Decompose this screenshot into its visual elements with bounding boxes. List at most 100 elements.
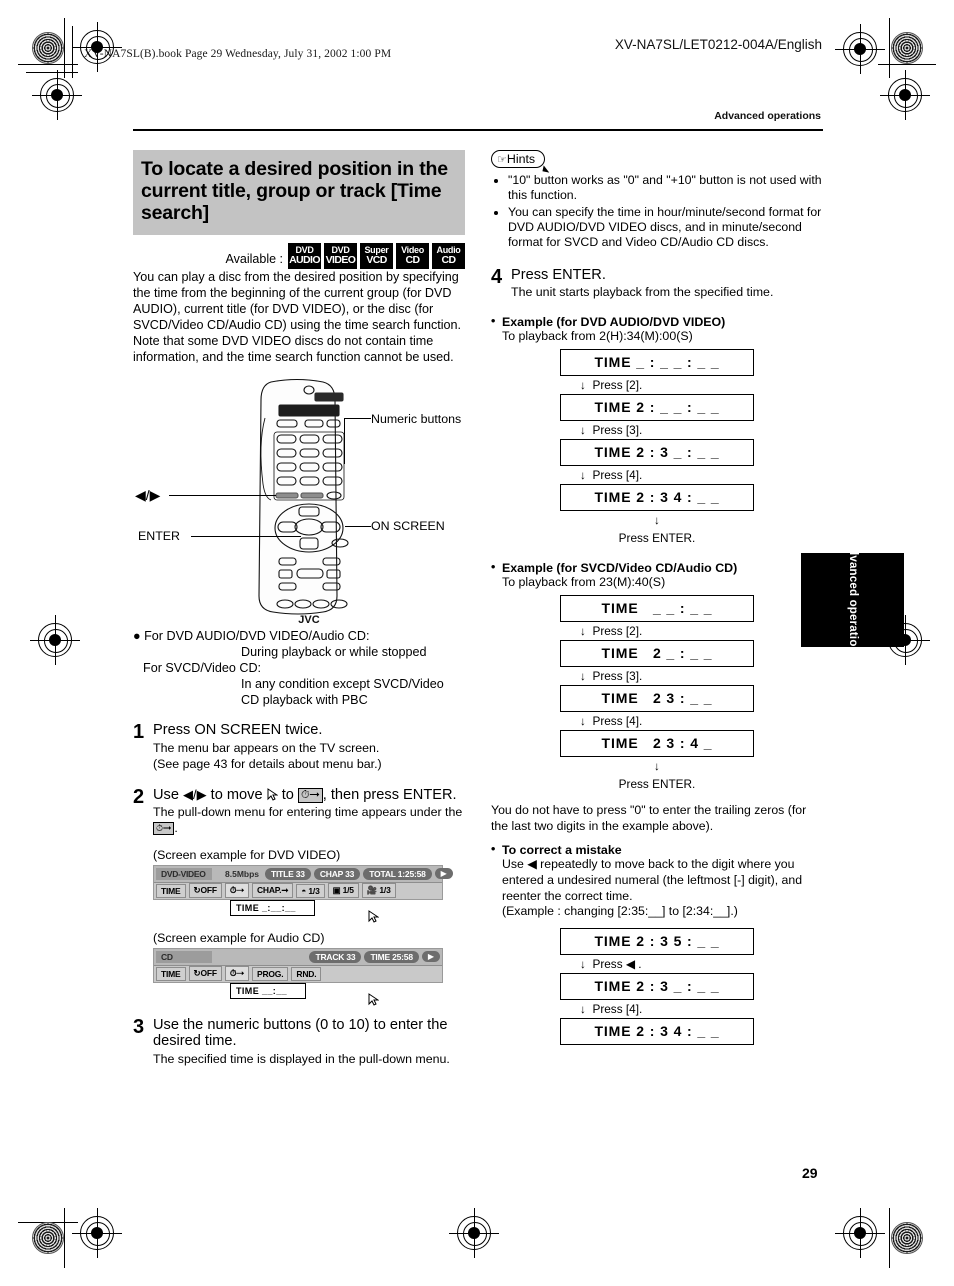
example-dvd-sub: To playback from 2(H):34(M):00(S) bbox=[502, 329, 693, 344]
osd-cd-block: CD TRACK 33 TIME 25:58 ▶ TIME ↻OFF ⏱➞ PR… bbox=[153, 947, 465, 1006]
crop-mark-line bbox=[26, 72, 78, 73]
time-search-menu-icon-small: ⏱➞ bbox=[153, 821, 175, 835]
step-2: 2 Use ◀/▶ to move to ⏱➞, then press ENTE… bbox=[133, 785, 465, 1006]
osd-cd-time-pill: TIME 25:58 bbox=[364, 950, 419, 963]
osd-total-pill: TOTAL 1:25:58 bbox=[363, 867, 432, 880]
hint-item: "10" button works as "0" and "+10" butto… bbox=[508, 173, 823, 204]
file-stamp: XV-NA7SL(B).book Page 29 Wednesday, July… bbox=[84, 48, 392, 60]
registration-mark-bottom-center bbox=[449, 1208, 499, 1258]
step-2-title-a: Use bbox=[153, 786, 184, 803]
pointer-cursor-icon bbox=[267, 787, 279, 801]
example-dvd-flow: TIME _ : _ _ : _ _ ↓ Press [2]. TIME 2 :… bbox=[491, 349, 823, 547]
step-4: 4 Press ENTER. The unit starts playback … bbox=[491, 265, 823, 301]
moire-target-top-right bbox=[891, 32, 923, 64]
correct-mistake-flow: TIME 2 : 3 5 : _ _ ↓ Press ◀ . TIME 2 : … bbox=[491, 927, 823, 1045]
correct-mistake-body: Use ◀ repeatedly to move back to the dig… bbox=[502, 857, 803, 919]
osd-repeat-button[interactable]: ↻OFF bbox=[188, 883, 222, 899]
osd-cd-random-button[interactable]: RND. bbox=[291, 966, 322, 981]
osd-cd-repeat-button[interactable]: ↻OFF bbox=[188, 966, 222, 982]
flow-arrow: ↓ Press [3]. bbox=[580, 669, 643, 684]
step-4-title: Press ENTER. bbox=[511, 266, 606, 283]
example-cd-heading: Example (for SVCD/Video CD/Audio CD) bbox=[491, 560, 823, 575]
step-4-number: 4 bbox=[491, 265, 503, 288]
osd-disc-type: DVD-VIDEO bbox=[156, 867, 212, 880]
osd-dvd-caption: (Screen example for DVD VIDEO) bbox=[153, 847, 341, 862]
flow-final-label: Press ENTER. bbox=[618, 777, 696, 792]
time-display-box: TIME 2 : 3 4 : _ _ bbox=[560, 484, 754, 512]
osd-chapter-button[interactable]: CHAP.➞ bbox=[251, 883, 294, 899]
crop-mark-line bbox=[889, 18, 890, 78]
crop-mark-line bbox=[64, 18, 65, 78]
step-3: 3 Use the numeric buttons (0 to 10) to e… bbox=[133, 1016, 465, 1068]
pointer-cursor-icon-cd bbox=[368, 992, 380, 1006]
page-title: To locate a desired position in the curr… bbox=[133, 150, 465, 235]
osd-time-button[interactable]: TIME bbox=[156, 883, 186, 898]
available-label: Available : bbox=[225, 251, 283, 266]
time-display-box: TIME 2 3 : _ _ bbox=[560, 685, 754, 713]
step-3-desc: The specified time is displayed in the p… bbox=[153, 1051, 450, 1066]
time-display-box: TIME 2 _ : _ _ bbox=[560, 640, 754, 668]
disc-badge-super-vcd: Super VCD bbox=[360, 242, 393, 269]
hints-tag: ☞Hints bbox=[491, 150, 551, 173]
example-cd-flow: TIME _ _ : _ _ ↓ Press [2]. TIME 2 _ : _… bbox=[491, 595, 823, 793]
step-2-title-c: to bbox=[277, 786, 298, 803]
flow-arrow: ↓ Press [4]. bbox=[580, 1001, 643, 1016]
osd-cd-time-search-button[interactable]: ⏱➞ bbox=[224, 966, 249, 982]
registration-mark-right-upper bbox=[880, 70, 930, 120]
step-2-number: 2 bbox=[133, 785, 145, 808]
osd-dvd-video: DVD-VIDEO 8.5Mbps TITLE 33 CHAP 33 TOTAL… bbox=[153, 864, 453, 916]
condition-line-1: ● For DVD AUDIO/DVD VIDEO/Audio CD: bbox=[133, 628, 370, 643]
time-display-box: TIME 2 3 : 4 _ bbox=[560, 730, 754, 758]
callout-left-right: ◀/▶ bbox=[135, 486, 161, 503]
time-search-menu-icon: ⏱➞ bbox=[297, 787, 323, 803]
page-number: 29 bbox=[802, 1165, 818, 1181]
flow-final-label: Press ENTER. bbox=[618, 531, 696, 546]
osd-angle-button[interactable]: 🎥 1/3 bbox=[361, 883, 396, 899]
time-display-box: TIME 2 : _ _ : _ _ bbox=[560, 394, 754, 422]
osd-audio-cd: CD TRACK 33 TIME 25:58 ▶ TIME ↻OFF ⏱➞ PR… bbox=[153, 947, 443, 999]
osd-audio-button[interactable]: ◓ 1/3 bbox=[296, 883, 325, 898]
crop-mark-line bbox=[878, 64, 936, 65]
correct-mistake-heading: To correct a mistake bbox=[491, 842, 823, 857]
hint-item: You can specify the time in hour/minute/… bbox=[508, 205, 823, 251]
svg-text:JVC: JVC bbox=[298, 614, 319, 626]
section-label: Advanced operations bbox=[714, 110, 821, 122]
condition-line-3: For SVCD/Video CD: bbox=[143, 660, 262, 675]
step-1-desc: The menu bar appears on the TV screen. (… bbox=[153, 741, 382, 771]
osd-track-pill: TRACK 33 bbox=[309, 950, 362, 963]
condition-line-4: In any condition except SVCD/Video CD pl… bbox=[241, 677, 444, 708]
time-display-box: TIME 2 : 3 _ : _ _ bbox=[560, 972, 754, 1000]
condition-line-2: During playback or while stopped bbox=[241, 644, 427, 659]
conditions-block: ● For DVD AUDIO/DVD VIDEO/Audio CD: Duri… bbox=[133, 628, 465, 709]
step-1-number: 1 bbox=[133, 721, 145, 744]
remote-control-illustration: JVC Numeric buttons ◀/▶ ENTER ON SCREEN bbox=[133, 376, 465, 626]
step-2-title: Use ◀/▶ to move to ⏱➞, then press ENTER. bbox=[153, 787, 465, 804]
osd-subtitle-button[interactable]: ▣ 1/5 bbox=[327, 883, 359, 899]
osd-chapter-pill: CHAP 33 bbox=[313, 867, 361, 880]
osd-dvd-pulldown[interactable]: TIME _:__:__ bbox=[230, 899, 315, 916]
osd-cd-time-button[interactable]: TIME bbox=[156, 966, 186, 981]
time-display-box: TIME _ : _ _ : _ _ bbox=[560, 349, 754, 377]
step-1: 1 Press ON SCREEN twice. The menu bar ap… bbox=[133, 722, 465, 772]
left-right-arrow-icon: ◀/▶ bbox=[183, 786, 207, 802]
step-3-title: Use the numeric buttons (0 to 10) to ent… bbox=[153, 1016, 448, 1050]
example-dvd-heading: Example (for DVD AUDIO/DVD VIDEO) bbox=[491, 314, 823, 329]
example-cd-sub: To playback from 23(M):40(S) bbox=[502, 575, 666, 590]
time-display-box: TIME 2 : 3 _ : _ _ bbox=[560, 439, 754, 467]
step-2-title-b: to move bbox=[206, 786, 267, 803]
osd-cd-program-button[interactable]: PROG. bbox=[251, 966, 289, 981]
manual-page: XV-NA7SL(B).book Page 29 Wednesday, July… bbox=[0, 0, 954, 1286]
left-column: To locate a desired position in the curr… bbox=[133, 150, 465, 1068]
registration-mark-bottom-left bbox=[72, 1208, 122, 1258]
thumb-tab-label: Advanced operations bbox=[846, 539, 859, 661]
intro-paragraph-2: Note that some DVD VIDEO discs do not co… bbox=[133, 334, 454, 365]
moire-target-bottom-right bbox=[891, 1222, 923, 1254]
osd-cd-pulldown[interactable]: TIME __:__ bbox=[230, 982, 307, 999]
osd-title-pill: TITLE 33 bbox=[265, 867, 311, 880]
osd-bitrate: 8.5Mbps bbox=[225, 868, 260, 879]
trailing-zeros-note: You do not have to press "0" to enter th… bbox=[491, 803, 807, 833]
osd-cd-top-row: CD TRACK 33 TIME 25:58 ▶ bbox=[154, 948, 442, 966]
osd-time-search-button[interactable]: ⏱➞ bbox=[224, 883, 249, 899]
osd-dvd-block: DVD-VIDEO 8.5Mbps TITLE 33 CHAP 33 TOTAL… bbox=[153, 864, 465, 923]
disc-badge-video-cd: Video CD bbox=[396, 242, 429, 269]
